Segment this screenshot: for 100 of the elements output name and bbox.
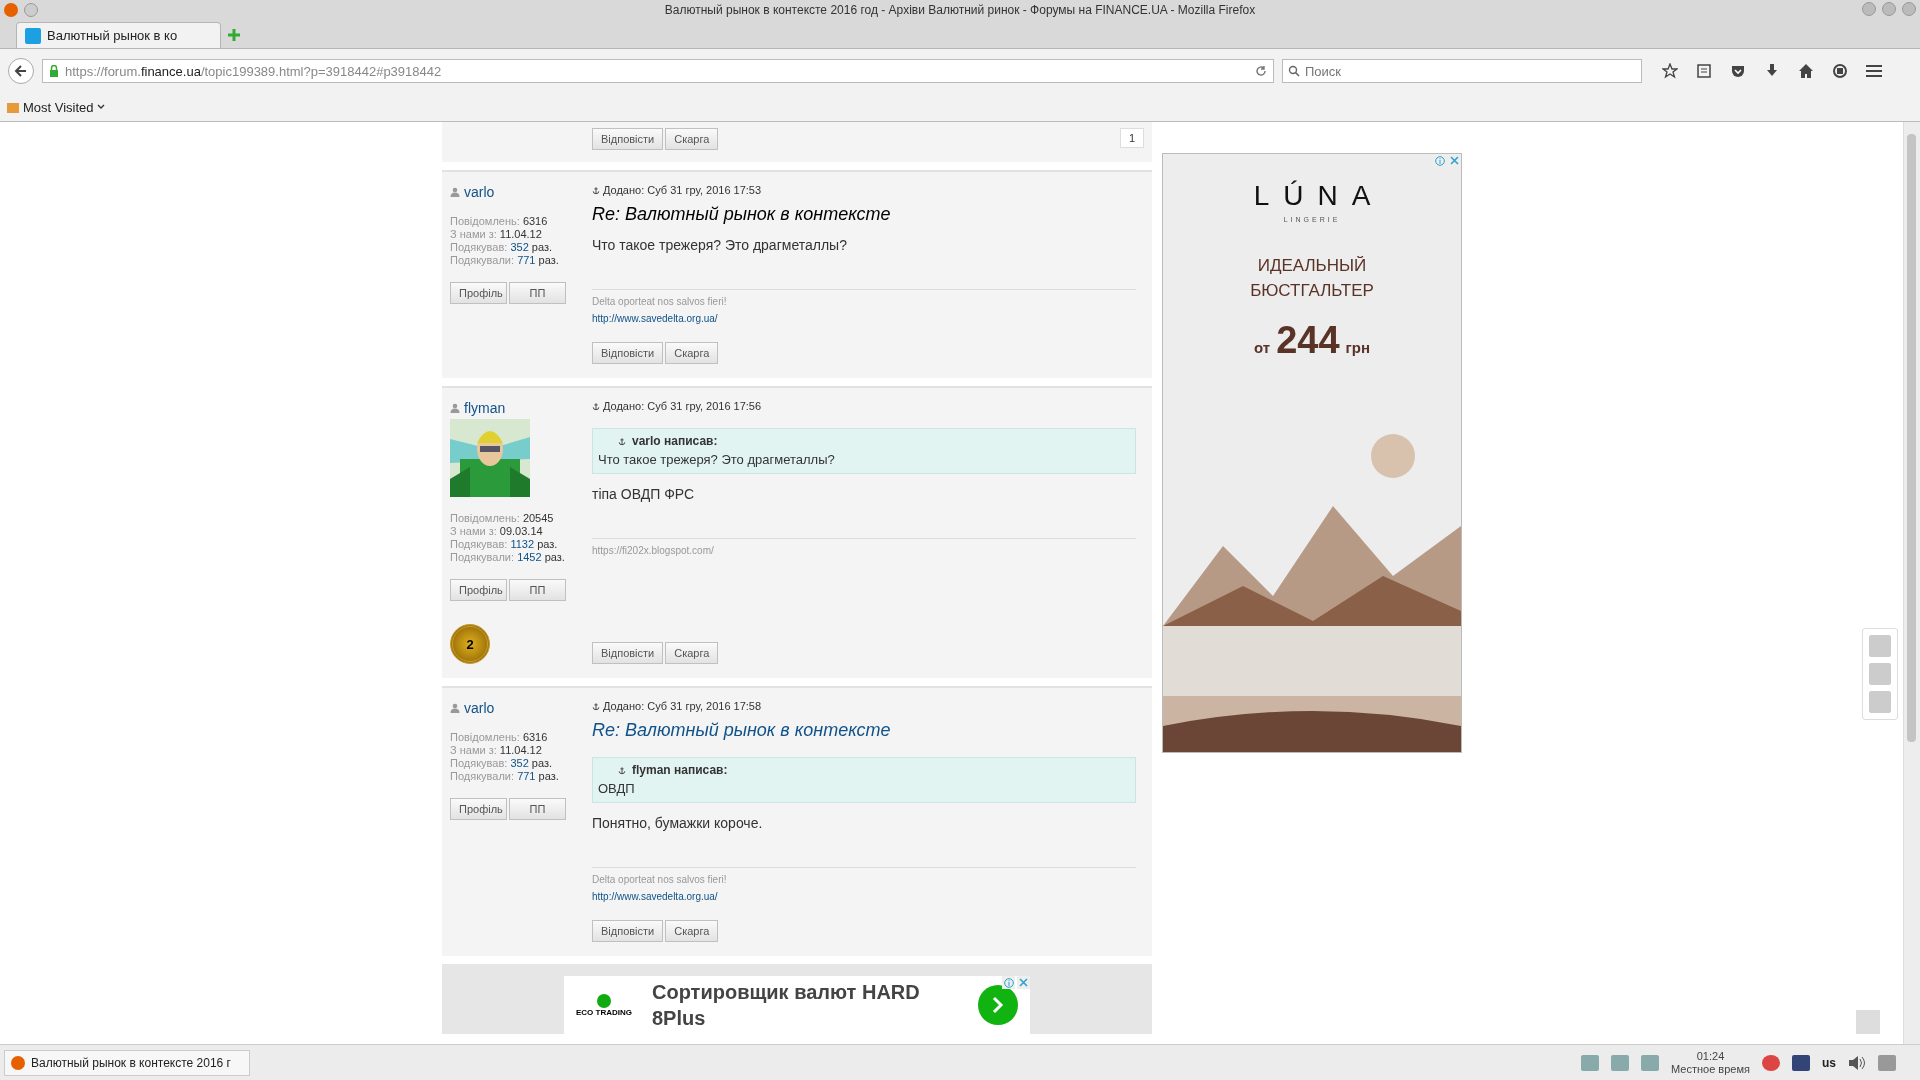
close-button[interactable] xyxy=(1902,2,1916,16)
reading-list-icon[interactable] xyxy=(1696,63,1712,79)
ad-headline: БЮСТГАЛЬТЕР xyxy=(1250,280,1374,302)
signature-link[interactable]: http://www.savedelta.org.ua/ xyxy=(592,891,718,902)
post-date: Додано: Суб 31 гру, 2016 17:56 xyxy=(603,400,762,412)
tray-icon[interactable] xyxy=(1611,1054,1630,1071)
tray-icon[interactable] xyxy=(1581,1054,1600,1071)
maximize-button[interactable] xyxy=(1882,2,1896,16)
action-button[interactable]: Відповісти xyxy=(592,128,664,150)
profile-button[interactable]: ПП xyxy=(509,798,566,820)
profile-button[interactable]: Профіль xyxy=(450,579,507,601)
post-text: Понятно, бумажки короче. xyxy=(592,815,764,833)
tray-icon[interactable] xyxy=(1641,1054,1660,1071)
user-stat: Подякував: 1132 раз. xyxy=(450,538,559,551)
user-stat: З нами з: 11.04.12 xyxy=(450,744,543,757)
arrow-icon xyxy=(14,64,28,78)
action-button[interactable]: Скарга xyxy=(665,642,719,664)
anchor-icon xyxy=(592,701,600,711)
signature-text: https://fi202x.blogspot.com/ xyxy=(592,545,714,556)
keyboard-layout[interactable]: us xyxy=(1822,1055,1836,1070)
medal-badge: 2 xyxy=(450,624,490,664)
window-menu-icon[interactable] xyxy=(24,3,38,17)
quote-text: ОВДП xyxy=(598,781,636,796)
post-title-link[interactable]: Re: Валютный рынок в контексте xyxy=(592,720,1136,741)
ad-logo: ECO TRADING xyxy=(576,1007,632,1017)
anchor-icon xyxy=(592,185,600,195)
signature-link[interactable]: http://www.savedelta.org.ua/ xyxy=(592,313,718,324)
action-button[interactable]: Скарга xyxy=(665,342,719,364)
home-icon[interactable] xyxy=(1798,63,1814,79)
pocket-icon[interactable] xyxy=(1730,63,1746,79)
address-field[interactable]: https://forum.finance.ua/topic199389.html?p=3918442#p3918442 xyxy=(42,59,1274,83)
back-button[interactable] xyxy=(8,58,34,84)
post-text: Что такое трежеря? Это драгметаллы? xyxy=(592,237,848,255)
profile-button[interactable]: ПП xyxy=(509,579,566,601)
user-stat: Подякував: 352 раз. xyxy=(450,241,554,254)
search-field[interactable]: Поиск xyxy=(1282,59,1642,83)
quote-author: varlo написав: xyxy=(632,434,718,448)
anchor-icon xyxy=(618,765,626,775)
ad-text: Сортировщик валют HARD 8Plus xyxy=(652,980,921,1031)
info-icon[interactable] xyxy=(1433,154,1446,167)
close-icon[interactable] xyxy=(1017,976,1030,989)
dot-icon xyxy=(597,993,611,1008)
user-stat: Повідомлень: 6316 xyxy=(450,215,549,228)
anchor-icon xyxy=(592,401,600,411)
user-icon xyxy=(450,403,460,413)
bookmark-folder[interactable]: Most Visited xyxy=(6,99,105,115)
ad-headline: ИДЕАЛЬНЫЙ xyxy=(1256,255,1368,277)
username-link[interactable]: flyman xyxy=(464,400,506,416)
lock-icon xyxy=(49,65,59,77)
user-stat: З нами з: 09.03.14 xyxy=(450,525,544,538)
folder-icon xyxy=(6,100,20,114)
volume-icon[interactable] xyxy=(1848,1054,1866,1071)
user-stat: З нами з: 11.04.12 xyxy=(450,228,543,241)
ad-banner[interactable]: ECO TRADING Сортировщик валют HARD 8Plus xyxy=(564,976,1030,1034)
user-stat: Подякували: 771 раз. xyxy=(450,254,560,267)
user-stat: Подякував: 352 раз. xyxy=(450,757,554,770)
page-number[interactable]: 1 xyxy=(1119,128,1144,148)
user-icon xyxy=(450,703,460,713)
profile-button[interactable]: Профіль xyxy=(450,282,507,304)
signature-text: Delta oporteat nos salvos fieri! xyxy=(592,874,727,885)
profile-button[interactable]: ПП xyxy=(509,282,566,304)
user-stat: Повідомлень: 20545 xyxy=(450,512,555,525)
post-title: Re: Валютный рынок в контексте xyxy=(592,204,892,225)
action-button[interactable]: Скарга xyxy=(665,920,719,942)
user-stat: Подякували: 771 раз. xyxy=(450,770,560,783)
quote-author: flyman написав: xyxy=(632,763,728,777)
post-text: тіпа ОВДП ФРС xyxy=(592,486,696,504)
chevron-icon[interactable] xyxy=(978,985,1018,1025)
firefox-icon xyxy=(4,3,18,17)
quote-text: Что такое трежеря? Это драгметаллы? xyxy=(598,452,836,467)
anchor-icon xyxy=(618,436,626,446)
username-link[interactable]: varlo xyxy=(464,700,495,716)
menu-icon[interactable] xyxy=(1866,64,1882,78)
action-button[interactable]: Відповісти xyxy=(592,920,664,942)
window-title: Валютный рынок в контексте 2016 год - Архіви Валютний ринок - Форумы на FINANCE.UA - Mozilla Firefox xyxy=(664,3,1256,17)
info-icon[interactable] xyxy=(1002,976,1015,989)
brand-logo: LÚNA xyxy=(1253,180,1385,212)
close-icon[interactable] xyxy=(1448,154,1461,167)
username-link[interactable]: varlo xyxy=(464,184,495,200)
post-date: Додано: Суб 31 гру, 2016 17:53 xyxy=(603,184,762,196)
scrollbar-thumb[interactable] xyxy=(1907,134,1916,742)
price-value: 244 xyxy=(1276,319,1340,362)
minimize-button[interactable] xyxy=(1862,2,1876,16)
profile-button[interactable]: Профіль xyxy=(450,798,507,820)
signature-text: Delta oporteat nos salvos fieri! xyxy=(592,296,727,307)
browser-tab[interactable]: Валютный рынок в ко xyxy=(16,22,221,48)
sync-icon[interactable] xyxy=(1832,63,1848,79)
post-date: Додано: Суб 31 гру, 2016 17:58 xyxy=(603,700,762,712)
price-prefix: от xyxy=(1254,339,1271,356)
user-icon xyxy=(450,187,460,197)
action-button[interactable]: Відповісти xyxy=(592,642,664,664)
price-currency: грн xyxy=(1345,339,1370,356)
action-button[interactable]: Скарга xyxy=(665,128,719,150)
taskbar-window-button[interactable]: Валютный рынок в контексте 2016 г xyxy=(4,1049,250,1076)
reload-icon[interactable] xyxy=(1255,65,1267,77)
action-button[interactable]: Відповісти xyxy=(592,342,664,364)
new-tab-icon[interactable] xyxy=(227,28,241,42)
user-stat: Подякували: 1452 раз. xyxy=(450,551,566,564)
star-icon[interactable] xyxy=(1662,63,1678,79)
clock[interactable]: 01:24 Местное время xyxy=(1671,1049,1750,1076)
